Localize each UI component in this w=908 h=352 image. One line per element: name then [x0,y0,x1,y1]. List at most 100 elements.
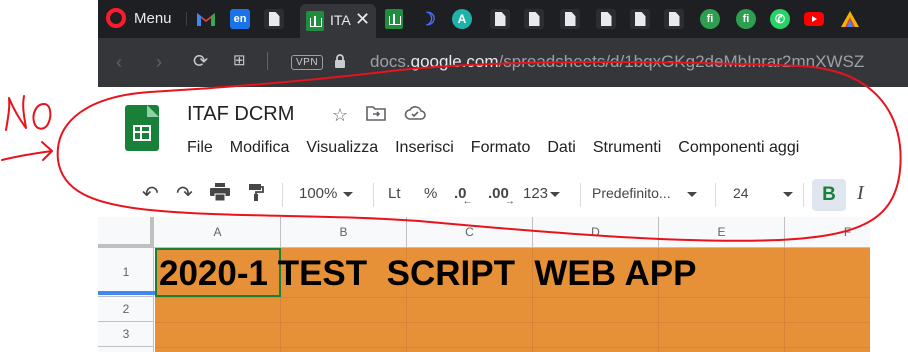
url-prefix: docs. [370,52,411,71]
column-header-b[interactable]: B [281,217,407,248]
menu-inserisci[interactable]: Inserisci [395,139,454,157]
grid-line [784,248,785,352]
more-formats-select[interactable]: 123 [523,185,561,202]
menu-componenti[interactable]: Componenti aggi [678,139,799,157]
doc-icon[interactable] [490,9,510,29]
url-field[interactable]: docs.google.com/spreadsheets/d/1bqxGKg2d… [370,52,864,72]
toolbar-separator [803,183,804,207]
moon-icon[interactable]: ☽ [418,9,438,29]
font-size-value: 24 [733,185,749,201]
menu-bar: File Modifica Visualizza Inserisci Forma… [187,139,816,157]
chevron-down-icon [686,191,697,197]
fi-icon[interactable]: fi [700,9,720,29]
chevron-down-icon [343,191,354,197]
row-header-2[interactable]: 2 [98,297,154,322]
font-size-select[interactable]: 24 [733,185,793,201]
doc-icon[interactable] [264,9,284,29]
decrease-decimals-button[interactable]: .0← [454,185,477,207]
doc-icon[interactable] [664,9,684,29]
menu-formato[interactable]: Formato [471,139,531,157]
column-header-c[interactable]: C [407,217,533,248]
vpn-badge[interactable]: VPN [291,55,324,70]
zoom-value: 100% [299,185,338,202]
whatsapp-icon[interactable]: ✆ [770,9,790,29]
document-title[interactable]: ITAF DCRM [187,103,294,126]
bold-button[interactable]: B [812,179,846,211]
doc-icon[interactable] [524,9,544,29]
sheets-tab-icon [306,11,324,31]
chevron-down-icon [550,191,561,197]
undo-icon[interactable]: ↶ [142,181,159,206]
increase-decimals-button[interactable]: .00→ [488,185,519,207]
move-folder-icon[interactable] [365,104,387,126]
cell-grid[interactable]: 2020-1 TEST SCRIPT WEB APP [155,248,908,352]
fi-icon[interactable]: fi [736,9,756,29]
chevron-down-icon [782,191,793,197]
grid-line [155,322,908,323]
gmail-icon[interactable] [196,9,216,29]
url-host: google.com [410,52,499,71]
sheets-logo-icon[interactable] [125,105,159,151]
print-icon[interactable] [210,183,230,205]
toolbar-separator [715,183,716,207]
italic-button[interactable]: I [857,182,864,205]
a-icon[interactable]: A [452,9,472,29]
doc-icon[interactable] [630,9,650,29]
doc-icon[interactable] [560,9,580,29]
cloud-saved-icon[interactable] [404,104,426,126]
menu-dati[interactable]: Dati [547,139,575,157]
paint-format-icon[interactable] [248,183,264,205]
vivaldi-icon[interactable] [840,9,860,29]
font-value: Predefinito... [592,185,671,201]
row-header-1[interactable]: 1 [98,248,154,297]
percent-button[interactable]: % [424,185,437,202]
active-tab-title: ITA [330,12,351,28]
arrow-right-icon: → [504,196,515,207]
url-path: /spreadsheets/d/1bqxGKg2deMbInrar2mnXWSZ [498,52,865,71]
column-header-a[interactable]: A [155,217,281,248]
browser-tab-bar: Menu en ITA ✕ ☽ A fi fi ✆ [98,0,908,38]
menu-modifica[interactable]: Modifica [230,139,290,157]
close-tab-icon[interactable]: ✕ [355,9,370,30]
column-header-d[interactable]: D [533,217,659,248]
menu-strumenti[interactable]: Strumenti [593,139,661,157]
screenshot-root: { "browser": { "menu_label": "Menu", "ac… [0,0,908,352]
address-bar-row: ‹ › ⟳ ⊞ VPN docs.google.com/spreadsheets… [98,38,908,87]
menu-file[interactable]: File [187,139,213,157]
divider [267,52,268,70]
arrow-left-icon: ← [462,196,473,207]
toolbar-separator [580,183,581,207]
column-header-row: A B C D E F [98,217,908,248]
currency-button[interactable]: Lt [388,185,401,202]
opera-logo-icon [106,8,126,28]
row-selection-indicator [98,291,155,295]
grid-line [155,297,908,298]
zoom-select[interactable]: 100% [299,185,354,202]
sheets-icon[interactable] [384,9,404,29]
reload-icon[interactable]: ⟳ [193,52,208,70]
font-select[interactable]: Predefinito... [592,185,697,201]
left-margin [0,0,98,352]
menu-visualizza[interactable]: Visualizza [306,139,378,157]
menu-label: Menu [134,9,172,27]
opera-menu-button[interactable]: Menu [106,8,172,28]
toolbar-separator [373,183,374,207]
row-header-3[interactable]: 3 [98,322,154,347]
tab-separator [186,12,187,26]
youtube-icon[interactable] [804,9,824,29]
star-icon[interactable]: ☆ [329,104,351,126]
doc-icon[interactable] [596,9,616,29]
column-header-e[interactable]: E [659,217,785,248]
tabs-grid-icon[interactable]: ⊞ [233,52,246,70]
forward-icon[interactable]: › [156,53,162,71]
toolbar: ↶ ↷ 100% Lt % .0← .00→ 123 Predefinito..… [98,175,908,215]
redo-icon[interactable]: ↷ [176,181,193,206]
row-header-column: 1 2 3 [98,248,154,352]
select-all-corner[interactable] [98,217,154,248]
cell-a1-text[interactable]: 2020-1 TEST SCRIPT WEB APP [159,254,696,294]
toolbar-separator [282,183,283,207]
active-tab[interactable]: ITA ✕ [300,4,376,38]
back-icon[interactable]: ‹ [116,53,122,71]
en-icon[interactable]: en [230,9,250,29]
grid-line [155,347,908,348]
